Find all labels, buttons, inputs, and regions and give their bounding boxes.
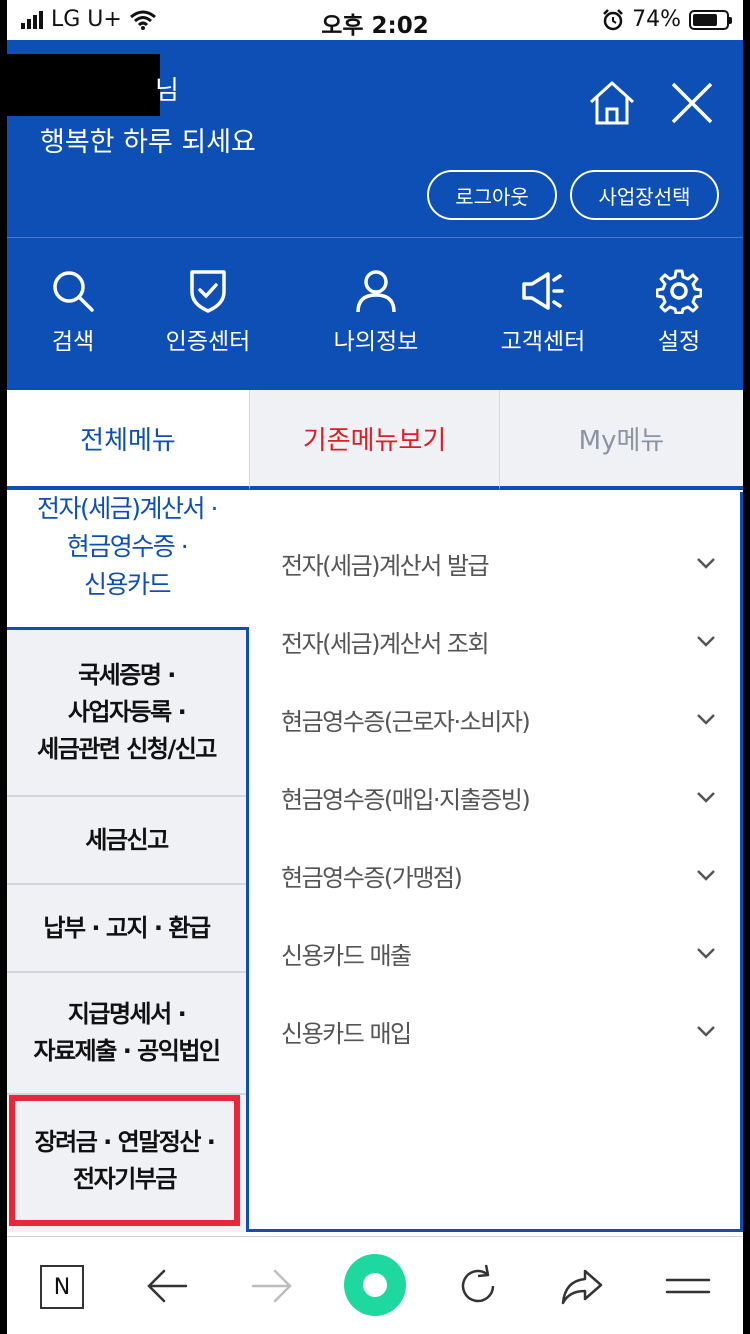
quick-my-info[interactable]: 나의정보 xyxy=(316,268,436,356)
close-icon[interactable] xyxy=(667,78,717,128)
tab-legacy-menu[interactable]: 기존메뉴보기 xyxy=(249,390,499,490)
select-workplace-button[interactable]: 사업장선택 xyxy=(570,170,719,220)
gear-icon xyxy=(656,269,702,314)
home-icon[interactable] xyxy=(587,78,637,128)
quick-search-label: 검색 xyxy=(51,329,95,355)
share-icon[interactable] xyxy=(557,1261,607,1311)
shield-check-icon xyxy=(190,270,226,313)
sub-item[interactable]: 현금영수증(가맹점) xyxy=(249,836,743,914)
redacted-user-name xyxy=(7,54,160,116)
quick-auth-center[interactable]: 인증센터 xyxy=(148,268,268,356)
back-arrow-icon[interactable] xyxy=(142,1261,192,1311)
chevron-down-icon xyxy=(697,792,715,803)
sub-item-label: 신용카드 매입 xyxy=(281,1019,412,1048)
chevron-down-icon xyxy=(697,870,715,881)
quick-my-info-label: 나의정보 xyxy=(333,329,419,355)
category-line: 납부 · 고지 · 환급 xyxy=(43,913,211,942)
green-dot-icon xyxy=(363,1273,387,1297)
menu-icon[interactable] xyxy=(663,1261,713,1311)
category-certificates[interactable]: 국세증명 · 사업자등록 · 세금관련 신청/신고 xyxy=(7,630,246,797)
quick-settings-label: 설정 xyxy=(657,329,701,355)
sub-item-label: 현금영수증(가맹점) xyxy=(281,863,463,892)
category-incentives-year-end[interactable]: 장려금 · 연말정산 · 전자기부금 xyxy=(9,1095,240,1226)
sub-item[interactable]: 현금영수증(매입·지출증빙) xyxy=(249,758,743,836)
quick-customer-center-label: 고객센터 xyxy=(500,329,586,355)
sub-item-label: 현금영수증(매입·지출증빙) xyxy=(281,785,531,814)
logout-button[interactable]: 로그아웃 xyxy=(427,170,557,220)
category-line: 국세증명 · xyxy=(78,661,176,689)
naver-home-button[interactable]: N xyxy=(40,1265,84,1309)
sub-menu-panel: 전자(세금)계산서 발급 전자(세금)계산서 조회 현금영수증(근로자·소비자)… xyxy=(249,492,743,1232)
category-line: 전자기부금 xyxy=(73,1164,177,1193)
sub-panel-border xyxy=(740,492,743,1232)
name-suffix: 님 xyxy=(155,76,179,106)
chevron-down-icon xyxy=(697,558,715,569)
menu-tabs: 전체메뉴 기존메뉴보기 My메뉴 xyxy=(7,390,743,492)
sub-item[interactable]: 신용카드 매입 xyxy=(249,992,743,1070)
quick-settings[interactable]: 설정 xyxy=(619,268,739,356)
category-line: 장려금 · 연말정산 · xyxy=(34,1127,216,1156)
sub-item-label: 전자(세금)계산서 발급 xyxy=(281,551,490,580)
user-icon xyxy=(356,270,396,313)
category-line: 세금관련 신청/신고 xyxy=(37,735,217,763)
header-divider xyxy=(7,237,743,238)
category-e-invoice[interactable]: 전자(세금)계산서 · 현금영수증 · 신용카드 xyxy=(7,490,247,627)
status-bar: LG U+ 오후 2:02 74% xyxy=(7,0,743,40)
chevron-down-icon xyxy=(697,948,715,959)
battery-percent: 74% xyxy=(632,7,681,32)
app-frame: LG U+ 오후 2:02 74% 님 행복한 하루 되세요 로그아웃 사업장선… xyxy=(7,0,743,1334)
category-payment-statements[interactable]: 지급명세서 · 자료제출 · 공익법인 xyxy=(7,973,246,1095)
category-line: 신용카드 xyxy=(83,570,172,599)
chevron-down-icon xyxy=(697,636,715,647)
megaphone-icon xyxy=(522,272,564,310)
category-payment-refund[interactable]: 납부 · 고지 · 환급 xyxy=(7,885,246,973)
chevron-down-icon xyxy=(697,1026,715,1037)
tab-all-menu[interactable]: 전체메뉴 xyxy=(7,390,249,490)
tab-my-menu[interactable]: My메뉴 xyxy=(499,390,743,490)
category-line: 세금신고 xyxy=(85,825,169,854)
category-tax-filing[interactable]: 세금신고 xyxy=(7,797,246,885)
sub-item[interactable]: 현금영수증(근로자·소비자) xyxy=(249,680,743,758)
battery-fill xyxy=(693,13,717,26)
search-icon xyxy=(53,271,94,312)
sub-item[interactable]: 전자(세금)계산서 발급 xyxy=(249,524,743,602)
alarm-clock-icon xyxy=(603,8,623,30)
quick-customer-center[interactable]: 고객센터 xyxy=(483,268,603,356)
category-line: 사업자등록 · xyxy=(67,698,187,726)
sub-item[interactable]: 신용카드 매출 xyxy=(249,914,743,992)
sub-item-label: 현금영수증(근로자·소비자) xyxy=(281,707,531,736)
sub-item-label: 전자(세금)계산서 조회 xyxy=(281,629,490,658)
category-line: 자료제출 · 공익법인 xyxy=(33,1037,221,1065)
battery-icon xyxy=(689,9,732,30)
chevron-down-icon xyxy=(697,714,715,725)
forward-arrow-icon[interactable] xyxy=(247,1261,297,1311)
category-line: 전자(세금)계산서 · xyxy=(37,494,218,523)
green-dot-button[interactable] xyxy=(344,1254,406,1316)
sub-item[interactable]: 전자(세금)계산서 조회 xyxy=(249,602,743,680)
quick-auth-center-label: 인증센터 xyxy=(165,329,251,355)
category-line: 현금영수증 · xyxy=(66,532,189,561)
quick-search[interactable]: 검색 xyxy=(13,268,133,356)
greeting-text: 행복한 하루 되세요 xyxy=(40,127,256,158)
header: 님 행복한 하루 되세요 로그아웃 사업장선택 검색 인증센터 나의정보 고객센… xyxy=(7,40,743,390)
browser-toolbar: N xyxy=(7,1236,743,1334)
category-line: 지급명세서 · xyxy=(67,1000,187,1028)
category-list: 국세증명 · 사업자등록 · 세금관련 신청/신고 세금신고 납부 · 고지 ·… xyxy=(7,627,249,1232)
sub-item-label: 신용카드 매출 xyxy=(281,941,412,970)
refresh-icon[interactable] xyxy=(453,1261,503,1311)
status-right: 74% xyxy=(602,7,732,32)
